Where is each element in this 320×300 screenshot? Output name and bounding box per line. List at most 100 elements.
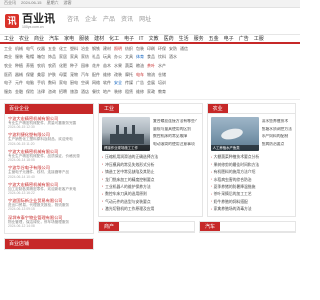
nav-item[interactable]: 广告 — [239, 36, 249, 42]
category-tag[interactable]: 鞋帽 — [26, 55, 34, 60]
category-tag[interactable]: 母婴 — [59, 72, 67, 78]
featured-link[interactable]: 鱼病防治要点 — [262, 142, 292, 147]
featured-link[interactable]: 淡水鱼养殖技术 — [262, 119, 292, 124]
category-tag[interactable]: 家电 — [59, 80, 67, 86]
category-tag[interactable]: 电气 — [26, 46, 34, 52]
featured-link[interactable]: 水产饲料的配制 — [262, 134, 292, 139]
commerce-section-title[interactable]: 商产 — [99, 222, 120, 232]
nav-item[interactable]: IT — [139, 36, 143, 42]
category-tag[interactable]: 家纺 — [81, 55, 89, 60]
nav-item[interactable]: 电子 — [124, 36, 134, 42]
category-tag[interactable]: 水产 — [158, 63, 166, 69]
category-tag[interactable]: 摩托 — [125, 72, 133, 78]
nav-item[interactable]: 服装 — [79, 36, 89, 42]
nav-item[interactable]: 服务 — [194, 36, 204, 42]
category-tag[interactable]: 招聘 — [59, 89, 67, 95]
category-tag[interactable]: 护肤 — [48, 72, 56, 78]
category-tag[interactable]: 蔬菜 — [125, 63, 133, 69]
category-tag[interactable]: 金融 — [15, 89, 23, 95]
header-link[interactable]: 咨讯 — [67, 17, 79, 24]
category-tag[interactable]: 仓储 — [158, 72, 166, 78]
category-tag[interactable]: 汽车 — [81, 72, 89, 78]
news-link[interactable]: 龙门铣床加工的精度控制要点 — [102, 176, 199, 183]
category-tag[interactable]: 化工 — [59, 46, 67, 52]
category-tag[interactable]: 会展 — [147, 80, 155, 86]
category-tag[interactable]: 化肥 — [59, 63, 67, 69]
category-tag[interactable]: 礼品 — [92, 55, 100, 60]
category-tag[interactable]: 电车 — [136, 72, 144, 78]
category-tag[interactable]: 粮油 — [136, 63, 144, 69]
category-tag[interactable]: 传媒 — [125, 80, 133, 86]
news-link[interactable]: 奶牛养殖的饲料搭配 — [211, 198, 292, 205]
category-tag[interactable]: 仪器 — [37, 46, 45, 52]
news-link[interactable]: 家禽养殖场的消毒方法 — [211, 206, 292, 213]
header-link[interactable]: 企业 — [85, 17, 97, 24]
category-tag[interactable]: 酒水 — [169, 55, 177, 60]
category-tag[interactable]: 咨询 — [48, 89, 56, 95]
category-tag[interactable]: 玩具 — [103, 55, 111, 60]
news-link[interactable]: 铸造工艺中常见缺陷及其防止 — [102, 169, 199, 176]
featured-link[interactable]: 量规与量具使用的区别 — [153, 127, 199, 132]
news-link[interactable]: 压缩机用润滑油的正确选择方法 — [102, 154, 199, 161]
category-tag[interactable]: 食品 — [147, 55, 155, 60]
featured-link[interactable]: 复合螺丝连接方法有哪些？ — [153, 119, 199, 124]
header-link[interactable]: 资讯 — [121, 17, 133, 24]
category-tag[interactable]: 农药 — [48, 63, 56, 69]
nav-item[interactable]: 五金 — [209, 36, 219, 42]
news-link[interactable]: 冲压模具的常见失效形式分析 — [102, 161, 199, 168]
category-tag[interactable]: 花卉 — [92, 63, 100, 69]
nav-item[interactable]: 文教 — [149, 36, 159, 42]
category-tag[interactable]: 印刷 — [147, 46, 155, 52]
category-tag[interactable]: 服务 — [4, 89, 12, 95]
category-tag[interactable]: 网络 — [92, 80, 100, 86]
category-tag[interactable]: 餐饮 — [92, 89, 100, 95]
category-tag[interactable]: 器械 — [15, 72, 23, 78]
category-tag[interactable]: 茶叶 — [147, 63, 155, 69]
category-tag[interactable]: 机械 — [15, 46, 23, 52]
category-tag[interactable]: 通信 — [180, 46, 188, 52]
top-user[interactable]: 游客 — [63, 0, 71, 6]
category-tag[interactable]: 改装 — [114, 72, 122, 78]
nav-item[interactable]: 汽车 — [49, 36, 59, 42]
category-tag[interactable]: 水果 — [114, 63, 122, 69]
category-tag[interactable]: 包装 — [136, 46, 144, 52]
category-tag[interactable]: 美容 — [37, 72, 45, 78]
category-tag[interactable]: 饮料 — [158, 55, 166, 60]
nav-item[interactable]: 家电 — [64, 36, 74, 42]
category-tag[interactable]: 数码 — [48, 80, 56, 86]
category-tag[interactable]: 家政 — [147, 89, 155, 95]
category-tag[interactable]: 种植 — [15, 63, 23, 69]
featured-link[interactable]: 电动滚筒的使用注意事项 — [153, 142, 199, 147]
news-link[interactable]: 气动元件的选型与安装要点 — [102, 198, 199, 205]
industry-section-title[interactable]: 工业 — [99, 104, 120, 113]
category-tag[interactable]: 环保 — [158, 46, 166, 52]
category-tag[interactable]: 办公 — [114, 55, 122, 60]
category-tag[interactable]: 维修 — [103, 72, 111, 78]
news-link[interactable]: 夏季养猪的防暑降温措施 — [211, 184, 292, 191]
news-link[interactable]: 数控车床刀具的选用原则 — [102, 191, 199, 198]
category-tag[interactable]: 培训 — [158, 80, 166, 86]
header-link[interactable]: 产品 — [103, 17, 115, 24]
category-tag[interactable]: 地产 — [103, 89, 111, 95]
category-tag[interactable]: 物流 — [147, 72, 155, 78]
category-tag[interactable]: 农机 — [37, 63, 45, 69]
category-tag[interactable]: 饰品 — [48, 55, 56, 60]
nav-item[interactable]: 化工 — [109, 36, 119, 42]
category-tag[interactable]: 农业 — [4, 63, 12, 69]
category-tag[interactable]: 法律 — [37, 89, 45, 95]
category-tag[interactable]: 建材 — [103, 46, 111, 52]
news-link[interactable]: 有机肥料的施用方法介绍 — [211, 169, 292, 176]
category-tag[interactable]: 养殖 — [26, 63, 34, 69]
category-tag[interactable]: 苗木 — [103, 63, 111, 69]
category-tag[interactable]: 家具 — [70, 55, 78, 60]
nav-item[interactable]: 电子 — [224, 36, 234, 42]
category-tag[interactable]: 医药 — [4, 72, 12, 78]
nav-item[interactable]: 建材 — [94, 36, 104, 42]
news-link[interactable]: 大棚蔬菜种植技术要点分析 — [211, 154, 292, 161]
nav-item[interactable]: 工业 — [4, 36, 14, 42]
category-tag[interactable]: 照明 — [114, 46, 122, 52]
category-tag[interactable]: 旅游 — [70, 89, 78, 95]
nav-item[interactable]: 农业 — [19, 36, 29, 42]
auto-section-title[interactable]: 汽车 — [200, 222, 221, 232]
category-tag[interactable]: 箱包 — [37, 55, 45, 60]
